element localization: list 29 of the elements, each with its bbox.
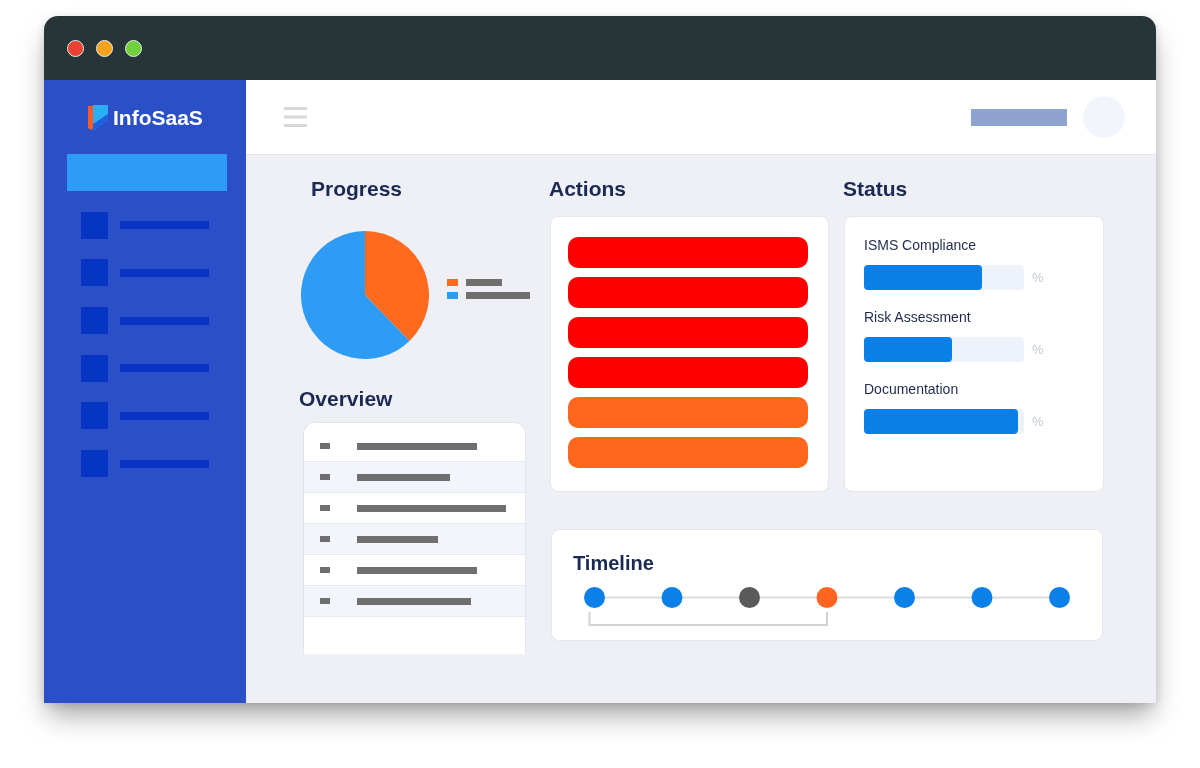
square-icon [320, 474, 330, 480]
timeline-dot[interactable] [816, 586, 837, 608]
metric-label: Documentation [864, 380, 960, 398]
section-title: Overview [299, 386, 393, 412]
timeline-dot[interactable] [738, 586, 760, 608]
metric-label: ISMS Compliance [864, 236, 978, 254]
percent-label: % [1032, 413, 1044, 430]
square-icon [320, 536, 330, 542]
close-button[interactable] [67, 39, 84, 57]
section-title: Progress [311, 176, 403, 202]
square-icon [320, 443, 330, 449]
logo-text: InfoSaaS [113, 105, 203, 131]
timeline-dot[interactable] [583, 586, 605, 608]
minimize-button[interactable] [96, 39, 113, 57]
section-title: Status [843, 176, 908, 202]
timeline-dot[interactable] [971, 586, 992, 608]
metric-label: Risk Assessment [864, 308, 972, 326]
percent-label: % [1032, 269, 1044, 286]
percent-label: % [1032, 341, 1044, 358]
timeline-dot[interactable] [1048, 586, 1070, 608]
maximize-button[interactable] [125, 39, 142, 57]
section-title: Timeline [573, 550, 655, 575]
logo-icon [88, 105, 108, 131]
timeline-dot[interactable] [893, 586, 915, 608]
square-icon [320, 598, 330, 604]
square-icon [320, 567, 330, 573]
square-icon [320, 505, 330, 511]
timeline-dot[interactable] [661, 586, 682, 608]
section-title: Actions [549, 176, 626, 202]
